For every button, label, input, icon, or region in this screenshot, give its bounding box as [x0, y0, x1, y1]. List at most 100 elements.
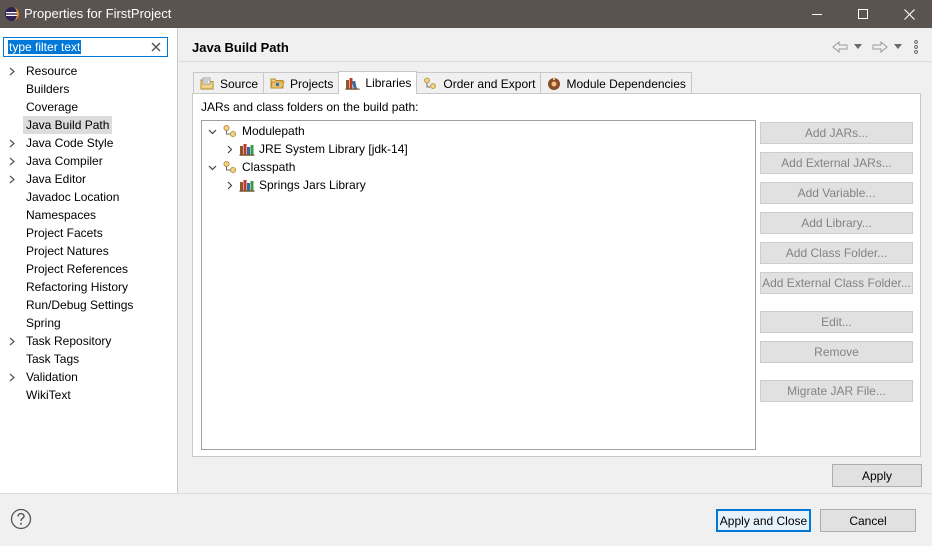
tab-source-label: Source [220, 76, 259, 91]
add-class-folder-button[interactable]: Add Class Folder... [760, 242, 913, 264]
nav-item-builders[interactable]: Builders [0, 80, 178, 98]
nav-item-label: Java Build Path [23, 116, 113, 134]
nav-item-label: Refactoring History [26, 280, 129, 294]
tree-node-springs-jars-library[interactable]: Springs Jars Library [225, 176, 366, 194]
tree-node-classpath[interactable]: Classpath [208, 158, 295, 176]
nav-item-project-natures[interactable]: Project Natures [0, 242, 178, 260]
maximize-button[interactable] [840, 0, 886, 28]
footer-divider [0, 493, 932, 494]
view-menu-icon[interactable] [914, 40, 918, 54]
nav-item-label: Coverage [26, 100, 79, 114]
minimize-button[interactable] [794, 0, 840, 28]
tab-source[interactable]: Source [193, 72, 265, 94]
order-export-icon [424, 77, 437, 89]
tree-label-springs-jars-library: Springs Jars Library [259, 178, 366, 192]
add-jars-button[interactable]: Add JARs... [760, 122, 913, 144]
page-title: Java Build Path [192, 40, 289, 55]
nav-item-label: WikiText [26, 388, 71, 402]
nav-item-java-compiler[interactable]: Java Compiler [0, 152, 178, 170]
add-variable-button[interactable]: Add Variable... [760, 182, 913, 204]
nav-item-label: Task Repository [26, 334, 112, 348]
close-button[interactable] [886, 0, 932, 28]
chevron-right-icon[interactable] [8, 337, 16, 346]
nav-item-refactoring-history[interactable]: Refactoring History [0, 278, 178, 296]
nav-item-java-code-style[interactable]: Java Code Style [0, 134, 178, 152]
filter-input[interactable]: type filter text [8, 40, 82, 54]
nav-item-java-build-path[interactable]: Java Build Path [0, 116, 178, 134]
tab-module-dependencies[interactable]: Module Dependencies [540, 72, 692, 94]
tree-label-jre-system-library: JRE System Library [jdk-14] [259, 142, 408, 156]
chevron-right-icon[interactable] [8, 67, 16, 76]
nav-item-java-editor[interactable]: Java Editor [0, 170, 178, 188]
nav-item-label: Spring [26, 316, 61, 330]
history-navigation [832, 39, 918, 55]
tab-projects-label: Projects [290, 76, 334, 91]
remove-button[interactable]: Remove [760, 341, 913, 363]
nav-item-task-repository[interactable]: Task Repository [0, 332, 178, 350]
nav-item-coverage[interactable]: Coverage [0, 98, 178, 116]
add-external-class-folder-button[interactable]: Add External Class Folder... [760, 272, 913, 294]
source-folder-icon [200, 77, 214, 90]
nav-item-label: Project Facets [26, 226, 103, 240]
tab-projects[interactable]: Projects [263, 72, 340, 94]
tree-node-jre-system-library[interactable]: JRE System Library [jdk-14] [225, 140, 408, 158]
chevron-right-icon[interactable] [8, 139, 16, 148]
nav-item-label: Javadoc Location [26, 190, 120, 204]
build-path-tree[interactable]: Modulepath JRE System Library [jdk-14] C… [201, 120, 756, 450]
minimize-icon [812, 14, 822, 15]
nav-item-namespaces[interactable]: Namespaces [0, 206, 178, 224]
chevron-right-icon[interactable] [8, 157, 16, 166]
nav-item-label: Builders [26, 82, 70, 96]
add-library-button[interactable]: Add Library... [760, 212, 913, 234]
tree-label-modulepath: Modulepath [242, 124, 305, 138]
chevron-down-icon[interactable] [208, 127, 217, 136]
nav-item-wikitext[interactable]: WikiText [0, 386, 178, 404]
nav-item-project-facets[interactable]: Project Facets [0, 224, 178, 242]
help-icon[interactable] [10, 508, 32, 530]
apply-button[interactable]: Apply [832, 464, 922, 487]
add-external-jars-button[interactable]: Add External JARs... [760, 152, 913, 174]
cancel-button[interactable]: Cancel [820, 509, 916, 532]
nav-item-resource[interactable]: Resource [0, 62, 178, 80]
nav-item-label: Java Code Style [26, 136, 114, 150]
nav-item-label: Resource [26, 64, 78, 78]
chevron-right-icon[interactable] [225, 181, 234, 190]
eclipse-app-icon [5, 7, 19, 21]
nav-item-label: Validation [26, 370, 78, 384]
nav-item-task-tags[interactable]: Task Tags [0, 350, 178, 368]
forward-dropdown-icon[interactable] [894, 44, 902, 50]
apply-and-close-button[interactable]: Apply and Close [716, 509, 811, 532]
migrate-jar-file-button[interactable]: Migrate JAR File... [760, 380, 913, 402]
back-dropdown-icon[interactable] [854, 44, 862, 50]
libraries-tab-panel: JARs and class folders on the build path… [192, 93, 921, 457]
module-dependencies-icon [548, 77, 561, 90]
tree-node-modulepath[interactable]: Modulepath [208, 122, 305, 140]
edit-button[interactable]: Edit... [760, 311, 913, 333]
forward-arrow-icon[interactable] [872, 41, 888, 53]
nav-item-project-references[interactable]: Project References [0, 260, 178, 278]
chevron-right-icon[interactable] [225, 145, 234, 154]
nav-item-label: Task Tags [26, 352, 80, 366]
tab-order-and-export[interactable]: Order and Export [416, 72, 542, 94]
nav-item-label: Namespaces [26, 208, 97, 222]
nav-item-label: Java Compiler [26, 154, 103, 168]
nav-item-spring[interactable]: Spring [0, 314, 178, 332]
chevron-right-icon[interactable] [8, 373, 16, 382]
chevron-right-icon[interactable] [8, 175, 16, 184]
build-path-caption: JARs and class folders on the build path… [201, 100, 419, 114]
nav-item-validation[interactable]: Validation [0, 368, 178, 386]
properties-navigation-pane: type filter text Resource Builders Coverag… [0, 28, 178, 493]
tab-libraries[interactable]: Libraries [338, 71, 418, 94]
nav-item-label: Run/Debug Settings [26, 298, 134, 312]
build-path-tabs: Source Projects Libraries Order and Expo… [193, 71, 692, 94]
tab-module-dependencies-label: Module Dependencies [566, 76, 686, 91]
tab-order-and-export-label: Order and Export [443, 76, 536, 91]
close-icon [903, 8, 915, 20]
nav-item-javadoc-location[interactable]: Javadoc Location [0, 188, 178, 206]
back-arrow-icon[interactable] [832, 41, 848, 53]
chevron-down-icon[interactable] [208, 163, 217, 172]
clear-filter-icon[interactable] [150, 41, 162, 53]
nav-item-run-debug-settings[interactable]: Run/Debug Settings [0, 296, 178, 314]
filter-field[interactable]: type filter text [3, 37, 168, 57]
window-titlebar: Properties for FirstProject [0, 0, 932, 28]
